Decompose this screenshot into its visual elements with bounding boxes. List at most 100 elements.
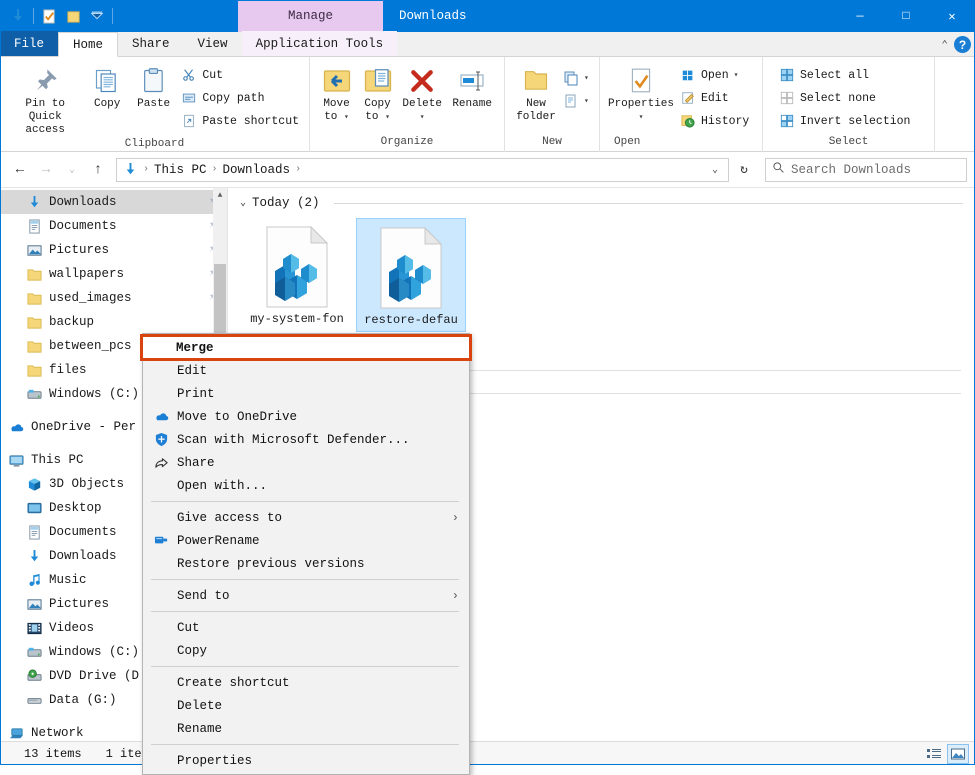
- delete-button[interactable]: Delete ▾: [398, 61, 446, 124]
- select-all-label: Select all: [800, 69, 869, 82]
- search-input[interactable]: Search Downloads: [791, 163, 911, 177]
- sidebar-item-pictures[interactable]: Pictures: [0, 238, 227, 262]
- copy-to-label-1: Copy: [364, 98, 390, 111]
- menu-item-copy[interactable]: Copy: [143, 639, 469, 662]
- history-button[interactable]: History: [676, 110, 753, 132]
- menu-item-move-to-onedrive[interactable]: Move to OneDrive: [143, 405, 469, 428]
- new-folder-icon[interactable]: [61, 4, 85, 28]
- breadcrumb-downloads[interactable]: Downloads: [219, 159, 295, 181]
- menu-item-properties[interactable]: Properties: [143, 749, 469, 772]
- breadcrumb-root-icon[interactable]: [119, 159, 142, 181]
- sidebar-item-downloads[interactable]: Downloads: [0, 190, 227, 214]
- sidebar-item-label: Pictures: [49, 597, 109, 611]
- search-box[interactable]: Search Downloads: [765, 158, 967, 182]
- properties-caret-icon[interactable]: ▾: [639, 111, 644, 124]
- menu-item-open-with[interactable]: Open with...: [143, 474, 469, 497]
- open-button[interactable]: Open ▾: [676, 64, 753, 86]
- collapse-ribbon-icon[interactable]: ⌃: [941, 38, 948, 52]
- file-tile-0[interactable]: my-system-fon: [242, 218, 352, 332]
- quick-access-toolbar: [0, 0, 116, 32]
- large-icons-view-icon[interactable]: [947, 744, 969, 764]
- group-collapse-icon[interactable]: ⌄: [240, 197, 246, 209]
- delete-caret-icon[interactable]: ▾: [420, 111, 425, 124]
- select-none-button[interactable]: Select none: [775, 87, 914, 109]
- properties-button[interactable]: Properties ▾: [606, 61, 676, 124]
- drive2-icon: [26, 692, 42, 708]
- menu-item-edit[interactable]: Edit: [143, 359, 469, 382]
- copy-button[interactable]: Copy: [84, 61, 130, 111]
- help-icon[interactable]: ?: [954, 36, 971, 53]
- tab-share[interactable]: Share: [118, 31, 184, 56]
- scroll-up-icon[interactable]: ▲: [213, 188, 227, 202]
- menu-item-restore-previous-versions[interactable]: Restore previous versions: [143, 552, 469, 575]
- recent-locations-icon[interactable]: ⌄: [60, 158, 84, 182]
- breadcrumb-separator-2[interactable]: ›: [294, 164, 302, 175]
- easy-access-button[interactable]: ▾: [561, 90, 591, 112]
- menu-item-powerrename[interactable]: PowerRename: [143, 529, 469, 552]
- new-item-caret-icon[interactable]: ▾: [584, 73, 589, 83]
- open-caret-icon[interactable]: ▾: [734, 70, 739, 80]
- address-dropdown-icon[interactable]: ⌄: [704, 159, 726, 181]
- cut-button[interactable]: Cut: [177, 64, 303, 86]
- sidebar-item-label: files: [49, 363, 87, 377]
- address-bar[interactable]: › This PC › Downloads › ⌄: [116, 158, 729, 182]
- forward-button[interactable]: →: [34, 158, 58, 182]
- menu-item-cut[interactable]: Cut: [143, 616, 469, 639]
- details-view-icon[interactable]: [923, 744, 945, 764]
- refresh-button[interactable]: ↻: [731, 158, 757, 182]
- downloads-icon[interactable]: [6, 4, 30, 28]
- menu-item-create-shortcut[interactable]: Create shortcut: [143, 671, 469, 694]
- menu-item-send-to[interactable]: Send to›: [143, 584, 469, 607]
- menu-item-rename[interactable]: Rename: [143, 717, 469, 740]
- breadcrumb-this-pc[interactable]: This PC: [150, 159, 211, 181]
- menu-item-share[interactable]: Share: [143, 451, 469, 474]
- menu-item-merge[interactable]: Merge: [142, 336, 470, 359]
- properties-icon[interactable]: [37, 4, 61, 28]
- sidebar-item-backup[interactable]: backup: [0, 310, 227, 334]
- easy-access-icon: [563, 93, 579, 109]
- sidebar-item-used-images[interactable]: used_images: [0, 286, 227, 310]
- menu-item-give-access-to[interactable]: Give access to›: [143, 506, 469, 529]
- cut-label: Cut: [202, 69, 223, 82]
- close-button[interactable]: ✕: [929, 0, 975, 32]
- minimize-button[interactable]: —: [837, 0, 883, 32]
- select-all-button[interactable]: Select all: [775, 64, 914, 86]
- edit-button[interactable]: Edit: [676, 87, 753, 109]
- customize-quick-access-icon[interactable]: [85, 4, 109, 28]
- up-button[interactable]: ↑: [86, 158, 110, 182]
- group-header-today[interactable]: ⌄ Today (2): [228, 188, 975, 212]
- tab-view[interactable]: View: [184, 31, 242, 56]
- tab-application-tools[interactable]: Application Tools: [242, 31, 398, 56]
- paste-shortcut-button[interactable]: Paste shortcut: [177, 110, 303, 132]
- invert-selection-button[interactable]: Invert selection: [775, 110, 914, 132]
- sidebar-item-label: wallpapers: [49, 267, 124, 281]
- new-item-button[interactable]: ▾: [561, 67, 591, 89]
- new-folder-button[interactable]: New folder: [511, 61, 561, 124]
- copy-icon: [93, 64, 121, 98]
- menu-separator: [151, 611, 459, 612]
- copy-path-button[interactable]: Copy path: [177, 87, 303, 109]
- edit-label: Edit: [701, 92, 729, 105]
- tab-home[interactable]: Home: [58, 32, 118, 57]
- rename-button[interactable]: Rename: [446, 61, 498, 111]
- defender-icon: [151, 432, 171, 448]
- pin-to-quick-access-button[interactable]: Pin to Quick access: [6, 61, 84, 137]
- menu-item-scan-with-microsoft-defender[interactable]: Scan with Microsoft Defender...: [143, 428, 469, 451]
- context-tab-manage[interactable]: Manage: [238, 0, 383, 32]
- tab-file[interactable]: File: [0, 31, 58, 56]
- menu-item-print[interactable]: Print: [143, 382, 469, 405]
- paste-icon: [140, 64, 168, 98]
- maximize-button[interactable]: □: [883, 0, 929, 32]
- back-button[interactable]: ←: [8, 158, 32, 182]
- copy-to-button[interactable]: Copy to ▾: [357, 61, 398, 124]
- move-to-button[interactable]: Move to ▾: [316, 61, 357, 124]
- menu-item-label: Create shortcut: [171, 676, 290, 690]
- menu-item-delete[interactable]: Delete: [143, 694, 469, 717]
- paste-button[interactable]: Paste: [130, 61, 177, 111]
- move-to-icon: [322, 64, 352, 98]
- share-icon: [151, 455, 171, 471]
- easy-access-caret-icon[interactable]: ▾: [584, 96, 589, 106]
- file-tile-1[interactable]: restore-defau: [356, 218, 466, 332]
- sidebar-item-documents[interactable]: Documents: [0, 214, 227, 238]
- sidebar-item-wallpapers[interactable]: wallpapers: [0, 262, 227, 286]
